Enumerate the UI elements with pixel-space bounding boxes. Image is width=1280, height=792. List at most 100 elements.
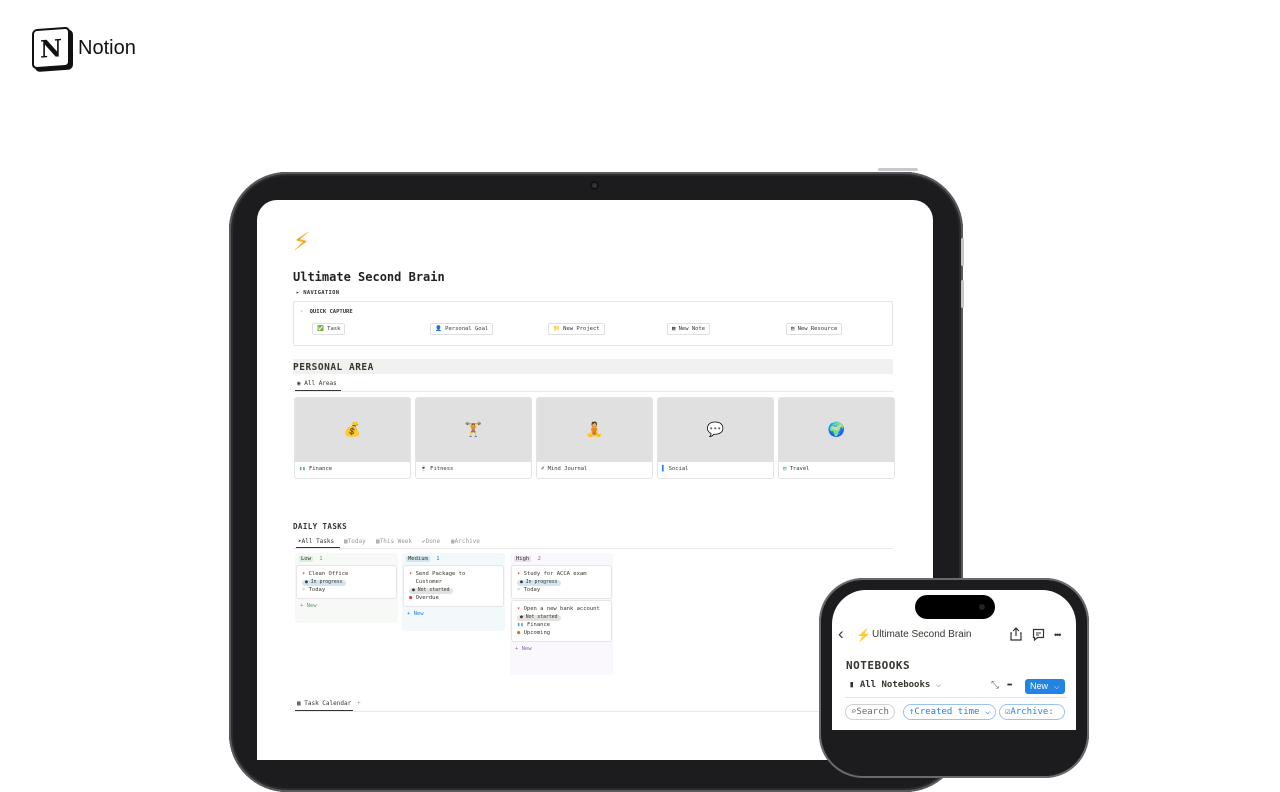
phone-divider [845,697,1067,698]
tablet-camera [590,181,599,190]
note-icon: ▦ [672,326,676,332]
personal-goal-button[interactable]: 👤 Personal Goal [430,323,494,335]
page-title: Ultimate Second Brain [872,629,972,640]
new-resource-button[interactable]: ▤ New Resource [786,323,843,335]
pen-icon: ✐ [541,466,545,472]
board-column-high: High 2 ▾ Study for ACCA exam ● In progre… [510,553,613,675]
priority-label: Low [299,556,313,562]
notion-logo-icon: N [32,26,70,70]
new-button[interactable]: New ⌵ [1025,679,1065,694]
date-label: Today [308,587,326,593]
area-card-mind-journal[interactable]: 🧘 ✐ Mind Journal [536,397,653,479]
column-header: Medium 1 [402,553,505,566]
task-button[interactable]: ✅ Task [312,323,346,335]
tablet-top-button [878,168,918,171]
area-label: Fitness [430,466,454,472]
tab-task-calendar[interactable]: ▦ Task Calendar [297,700,351,707]
task-title: Send Package to Customer [415,571,466,585]
area-card-social[interactable]: 💬 ▌ Social [657,397,774,479]
area-label: Travel [789,466,810,472]
tablet-side-button [961,238,964,266]
date-label: Overdue [415,595,439,601]
column-header: Low 1 [295,553,398,566]
chevron-down-icon: ▾ [302,571,306,577]
new-task-button[interactable]: + New [295,601,398,614]
dynamic-island [915,595,995,619]
tab-done[interactable]: ✔Done [422,538,440,545]
date-label: Upcoming [523,630,551,636]
tab-today[interactable]: ▦Today [344,538,366,545]
finance-image-icon: 💰 [295,398,410,462]
archive-filter[interactable]: ☑Archive: [999,704,1065,720]
back-button[interactable]: ‹ [838,624,844,644]
notebooks-heading: NOTEBOOKS [846,659,911,672]
expand-icon[interactable]: ⤡ [991,680,999,691]
add-view-button[interactable]: + [357,700,361,707]
resource-icon: ▤ [791,326,795,332]
new-note-button[interactable]: ▦ New Note [667,323,711,335]
share-icon[interactable] [1010,627,1022,646]
tab-all-areas[interactable]: ◉ All Areas [297,380,337,387]
tabs-divider [293,548,893,549]
date-label: Today [523,587,541,593]
page-title: Ultimate Second Brain [293,270,445,284]
quick-capture-block: ⚡ QUICK CAPTURE ✅ Task 👤 Personal Goal 📁… [293,301,893,346]
priority-label: Medium [406,556,430,562]
bolt-icon: ⚡ [300,309,304,315]
task-title: Study for ACCA exam [523,571,587,577]
fitness-icon: 🍷 [420,466,427,472]
tabs-divider [293,711,893,712]
task-card[interactable]: ▾ Clean Office ● In progress ☼ Today [297,566,396,598]
column-header: High 2 [510,553,613,566]
column-count: 1 [319,556,323,562]
social-icon: ▌ [662,466,666,472]
travel-icon: ▤ [783,466,787,472]
more-options-button[interactable]: ••• [1054,630,1062,640]
notebook-icon: ▮ [849,680,855,690]
social-image-icon: 💬 [658,398,773,462]
area-label: Finance [308,466,333,472]
tab-archive[interactable]: ▣Archive [451,538,480,545]
chevron-down-icon: ▾ [409,571,413,577]
new-task-button[interactable]: + New [510,644,613,657]
area-tag: Finance [526,622,551,628]
checkbox-icon: ✅ [317,326,324,332]
task-card[interactable]: ▾ Open a new bank account ● Not started … [512,601,611,641]
board-column-medium: Medium 1 ▾ Send Package to Customer ● No… [402,553,505,631]
tablet-side-button [961,280,964,308]
brand-name: Notion [78,36,136,59]
area-card-fitness[interactable]: 🏋 🍷 Fitness [415,397,532,479]
priority-label: High [514,556,532,562]
search-filter[interactable]: ⌕Search [845,704,895,720]
new-task-button[interactable]: + New [402,609,505,622]
navigation-toggle[interactable]: ▸ NAVIGATION [296,290,339,296]
area-card-finance[interactable]: 💰 ▮▮ Finance [294,397,411,479]
travel-image-icon: 🌍 [779,398,894,462]
tab-all-tasks[interactable]: ➤All Tasks [298,538,334,545]
area-label: Mind Journal [547,466,588,472]
quick-capture-title: ⚡ QUICK CAPTURE [300,309,353,315]
folder-icon: 📁 [553,326,560,332]
column-count: 1 [436,556,440,562]
task-card[interactable]: ▾ Study for ACCA exam ● In progress ☼ To… [512,566,611,598]
new-project-button[interactable]: 📁 New Project [548,323,605,335]
tabs-divider [293,391,893,392]
task-title: Clean Office [308,571,349,577]
overdue-dot-icon: ● [409,595,413,601]
task-card[interactable]: ▾ Send Package to Customer ● Not started… [404,566,503,606]
chevron-down-icon: ⌵ [935,680,942,690]
mind-journal-image-icon: 🧘 [537,398,652,462]
daily-tasks-heading: DAILY TASKS [293,522,348,531]
view-more-button[interactable]: ••• [1007,682,1012,689]
page-icon: ⚡ [856,628,871,642]
page-icon[interactable]: ⚡ [293,224,310,257]
comment-icon[interactable] [1032,628,1045,646]
target-icon: ◉ [297,380,301,387]
area-card-travel[interactable]: 🌍 ▤ Travel [778,397,895,479]
sun-icon: ☼ [517,587,521,593]
tab-this-week[interactable]: ▦This Week [376,538,412,545]
task-title: Open a new bank account [523,606,600,612]
sun-icon: ☼ [302,587,306,593]
view-selector[interactable]: ▮ All Notebooks ⌵ [849,680,941,690]
sort-filter[interactable]: ↑Created time ⌵ [903,704,997,720]
